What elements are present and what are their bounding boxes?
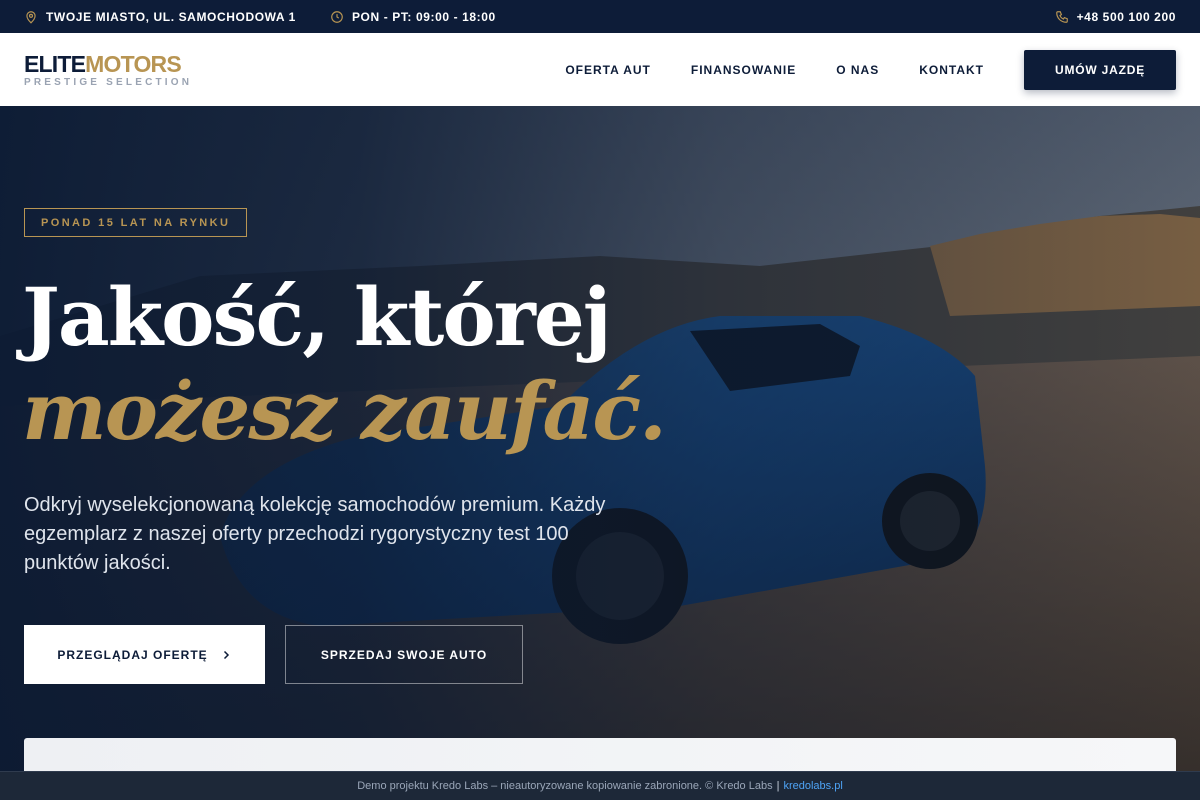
nav-item-o-nas[interactable]: O NAS [836, 63, 879, 77]
kredolabs-link[interactable]: kredolabs.pl [783, 780, 842, 792]
nav-item-finansowanie[interactable]: FINANSOWANIE [691, 63, 796, 77]
hero-description: Odkryj wyselekcjonowaną kolekcję samocho… [24, 494, 606, 574]
phone-icon [1055, 10, 1068, 23]
top-info-bar: TWOJE MIASTO, UL. SAMOCHODOWA 1 PON - PT… [0, 0, 1200, 33]
book-test-drive-button[interactable]: UMÓW JAZDĘ [1024, 49, 1176, 90]
logo-tagline: PRESTIGE SELECTION [24, 76, 193, 88]
browse-offer-label: PRZEGLĄDAJ OFERTĘ [57, 647, 208, 662]
phone-text: +48 500 100 200 [1076, 9, 1176, 24]
address-text: TWOJE MIASTO, UL. SAMOCHODOWA 1 [46, 9, 296, 24]
logo[interactable]: ELITEMOTORS PRESTIGE SELECTION [24, 52, 192, 88]
nav-item-oferta-aut[interactable]: OFERTA AUT [565, 63, 651, 77]
sell-car-button[interactable]: SPRZEDAJ SWOJE AUTO [285, 625, 523, 684]
hero-section: PONAD 15 LAT NA RYNKU Jakość, której moż… [0, 106, 1200, 800]
browse-offer-button[interactable]: PRZEGLĄDAJ OFERTĘ [24, 625, 265, 684]
chevron-right-icon [223, 650, 229, 659]
address-info: TWOJE MIASTO, UL. SAMOCHODOWA 1 [24, 10, 296, 24]
hero-headline: Jakość, której możesz zaufać. [22, 270, 667, 458]
main-nav: OFERTA AUT FINANSOWANIE O NAS KONTAKT UM… [565, 49, 1176, 90]
logo-motors: MOTORS [85, 50, 182, 77]
demo-notice: Demo projektu Kredo Labs – nieautoryzowa… [357, 780, 773, 792]
hours-text: PON - PT: 09:00 - 18:00 [351, 9, 496, 24]
headline-line-2: możesz zaufać. [22, 364, 667, 458]
logo-wordmark: ELITEMOTORS [24, 52, 192, 76]
demo-footer-bar: Demo projektu Kredo Labs – nieautoryzowa… [0, 771, 1200, 800]
site-header: ELITEMOTORS PRESTIGE SELECTION OFERTA AU… [0, 33, 1200, 106]
headline-line-1: Jakość, której [22, 270, 612, 364]
hours-info: PON - PT: 09:00 - 18:00 [330, 10, 496, 24]
phone-info[interactable]: +48 500 100 200 [1055, 10, 1176, 24]
demo-separator: | [776, 780, 780, 792]
logo-elite: ELITE [24, 50, 86, 77]
experience-badge: PONAD 15 LAT NA RYNKU [24, 208, 248, 237]
nav-item-kontakt[interactable]: KONTAKT [919, 63, 984, 77]
clock-icon [331, 10, 343, 23]
map-pin-icon [26, 10, 36, 24]
